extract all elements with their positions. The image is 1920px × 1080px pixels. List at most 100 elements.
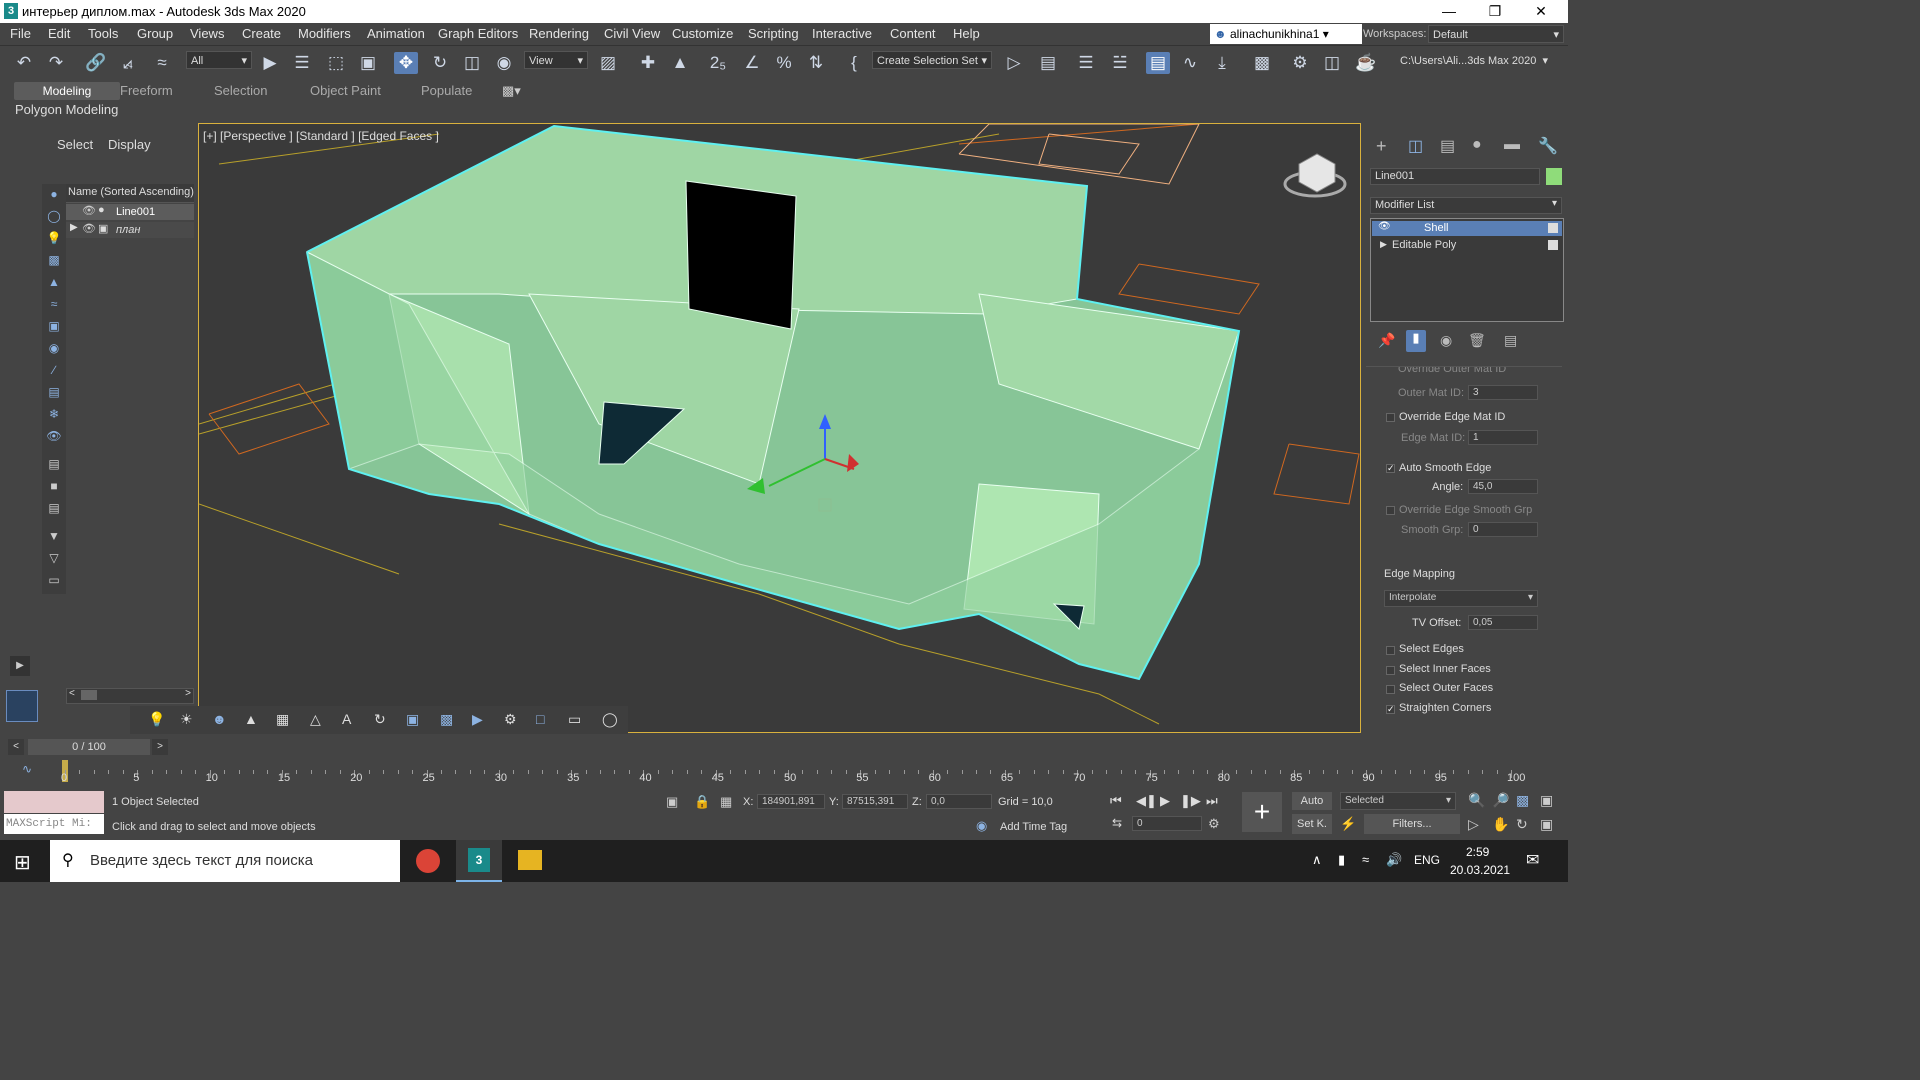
- layer-view-icon[interactable]: ▣: [406, 711, 419, 728]
- pin-stack-icon[interactable]: 📌: [1378, 332, 1395, 349]
- menu-group[interactable]: Group: [137, 26, 173, 41]
- select-by-name-icon[interactable]: ☰: [290, 52, 314, 74]
- modifier-stack-item-shell[interactable]: 👁 Shell: [1372, 221, 1562, 236]
- redo-icon[interactable]: ↷: [44, 52, 68, 74]
- display-all-icon[interactable]: ▤: [46, 456, 62, 472]
- light-icon[interactable]: 💡: [148, 711, 165, 728]
- set-key-button[interactable]: Set K.: [1292, 814, 1332, 834]
- rendered-frame-window-icon[interactable]: ◫: [1320, 52, 1344, 74]
- set-key-icon[interactable]: +: [1242, 792, 1282, 832]
- viewport-label[interactable]: [+] [Perspective ] [Standard ] [Edged Fa…: [203, 129, 439, 143]
- layers-toggle-icon[interactable]: ▭: [46, 572, 62, 588]
- taskbar-search-box[interactable]: ⚲ Введите здесь текст для поиска: [50, 840, 400, 882]
- hidden-filter-icon[interactable]: 👁: [46, 428, 62, 444]
- toggle-ribbon-icon[interactable]: ▤: [1146, 52, 1170, 74]
- tab-modeling[interactable]: Modeling: [14, 82, 120, 100]
- tab-selection[interactable]: Selection: [214, 83, 267, 98]
- curve-editor-mini-icon[interactable]: ∿: [22, 762, 32, 776]
- go-to-end-icon[interactable]: ⏭: [1206, 793, 1218, 809]
- absolute-mode-icon[interactable]: ▦: [720, 794, 732, 810]
- close-button[interactable]: ✕: [1518, 0, 1564, 23]
- trash-icon[interactable]: 🗑: [1468, 332, 1486, 349]
- reference-coordinate-dropdown[interactable]: View ▾: [524, 51, 588, 69]
- select-and-move-icon[interactable]: ✥: [394, 52, 418, 74]
- smooth-grp-spinner[interactable]: 0: [1468, 522, 1538, 537]
- groups-filter-icon[interactable]: ▣: [46, 318, 62, 334]
- frame-icon[interactable]: ▩: [440, 711, 453, 728]
- workspaces-dropdown[interactable]: Default ▾: [1428, 25, 1564, 43]
- material-editor-icon[interactable]: ▩: [1250, 52, 1274, 74]
- previous-frame-button[interactable]: <: [8, 739, 24, 755]
- toggle-layer-explorer-icon[interactable]: ☱: [1108, 52, 1132, 74]
- select-outer-faces-checkbox[interactable]: [1386, 685, 1395, 694]
- vr-icon[interactable]: ▭: [568, 711, 581, 728]
- zoom-extents-all-icon[interactable]: ▣: [1540, 792, 1553, 809]
- menu-graph-editors[interactable]: Graph Editors: [438, 26, 518, 41]
- y-coordinate-field[interactable]: 87515,391: [842, 794, 908, 809]
- select-and-scale-icon[interactable]: ◫: [460, 52, 484, 74]
- expand-arrow-icon[interactable]: ▶: [1380, 239, 1387, 250]
- refresh-icon[interactable]: ↻: [374, 711, 386, 728]
- battery-icon[interactable]: ▮: [1338, 852, 1345, 868]
- make-unique-icon[interactable]: ◉: [1440, 332, 1452, 349]
- maxscript-listener-output[interactable]: [4, 791, 104, 813]
- modifier-list-dropdown[interactable]: Modifier List ▾: [1370, 197, 1562, 214]
- play-view-icon[interactable]: ▶: [472, 711, 483, 728]
- override-edge-mat-id-checkbox[interactable]: [1386, 413, 1395, 422]
- perspective-viewport[interactable]: [+] [Perspective ] [Standard ] [Edged Fa…: [198, 123, 1361, 733]
- tab-populate[interactable]: Populate: [421, 83, 472, 98]
- eye-icon[interactable]: 👁: [1378, 221, 1391, 232]
- override-edge-smooth-grp-checkbox[interactable]: [1386, 506, 1395, 515]
- unlink-icon[interactable]: ⦯: [116, 52, 140, 74]
- auto-smooth-edge-checkbox[interactable]: ✓: [1386, 464, 1395, 473]
- schematic-view-icon[interactable]: ⤓: [1210, 52, 1234, 74]
- filters-button[interactable]: Filters...: [1364, 814, 1460, 834]
- key-mode-toggle-icon[interactable]: ⇆: [1112, 816, 1122, 830]
- add-time-tag-button[interactable]: Add Time Tag: [1000, 821, 1067, 833]
- lock-icon[interactable]: 🔒: [694, 794, 710, 810]
- space-warps-filter-icon[interactable]: ≈: [46, 296, 62, 312]
- track-bar[interactable]: ∿ 0 5 10 15 20 25 30 35 40 45 50 55 60 65 70 75 80 85 90 95…: [0, 758, 1568, 788]
- explorer-scrollbar[interactable]: < >: [66, 688, 194, 704]
- display-none-icon[interactable]: ■: [46, 478, 62, 494]
- tab-freeform[interactable]: Freeform: [120, 83, 173, 98]
- time-configuration-icon[interactable]: ⚙: [1208, 816, 1220, 832]
- motion-tab-icon[interactable]: ●: [1472, 136, 1482, 154]
- zoom-icon[interactable]: 🔍: [1468, 792, 1485, 809]
- project-path-dropdown[interactable]: C:\Users\Ali...3ds Max 2020 ▾: [1396, 52, 1552, 70]
- curve-editor-icon[interactable]: ∿: [1178, 52, 1202, 74]
- menu-interactive[interactable]: Interactive: [812, 26, 872, 41]
- select-and-place-icon[interactable]: ◉: [492, 52, 516, 74]
- angle-snap-icon[interactable]: ∠: [740, 52, 764, 74]
- gear-icon[interactable]: ⚙: [504, 711, 517, 728]
- edit-named-selection-icon[interactable]: {: [842, 52, 866, 74]
- menu-file[interactable]: File: [10, 26, 31, 41]
- key-filters-icon[interactable]: ⚡: [1340, 816, 1356, 832]
- select-object-icon[interactable]: ▶: [258, 52, 282, 74]
- object-color-swatch[interactable]: [1546, 168, 1562, 185]
- align-icon[interactable]: ▤: [1036, 52, 1060, 74]
- menu-edit[interactable]: Edit: [48, 26, 70, 41]
- characters-icon[interactable]: ☻: [212, 711, 227, 727]
- time-slider-thumb[interactable]: 0 / 100: [28, 739, 150, 755]
- chrome-icon[interactable]: [416, 849, 440, 873]
- rectangular-selection-icon[interactable]: ⬚: [324, 52, 348, 74]
- show-hidden-icons-icon[interactable]: ∧: [1312, 852, 1322, 868]
- lights-filter-icon[interactable]: 💡: [46, 230, 62, 246]
- containers-filter-icon[interactable]: ▤: [46, 384, 62, 400]
- cameras-filter-icon[interactable]: ▩: [46, 252, 62, 268]
- render-setup-icon[interactable]: ⚙: [1288, 52, 1312, 74]
- explorer-tab-display[interactable]: Display: [108, 137, 151, 152]
- auto-key-button[interactable]: Auto: [1292, 792, 1332, 810]
- frozen-filter-icon[interactable]: ❄: [46, 406, 62, 422]
- ribbon-options-icon[interactable]: ▩▾: [502, 83, 521, 99]
- zoom-all-icon[interactable]: 🔎: [1492, 792, 1509, 809]
- clock-date[interactable]: 20.03.2021: [1450, 863, 1510, 877]
- polygon-modeling-panel[interactable]: Polygon Modeling: [15, 102, 118, 117]
- eye-icon[interactable]: 👁: [82, 204, 96, 217]
- filter-icon[interactable]: ▼: [46, 528, 62, 544]
- menu-content[interactable]: Content: [890, 26, 936, 41]
- menu-civil-view[interactable]: Civil View: [604, 26, 660, 41]
- text-icon[interactable]: A: [342, 711, 351, 727]
- pivot-center-icon[interactable]: ▨: [596, 52, 620, 74]
